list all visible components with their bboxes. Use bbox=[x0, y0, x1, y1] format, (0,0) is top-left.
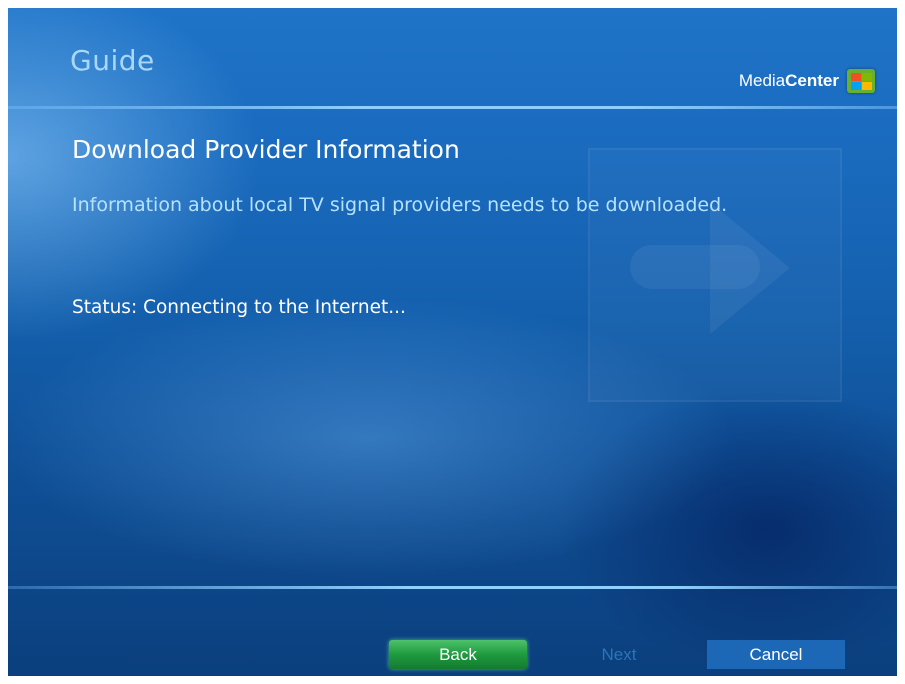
cancel-button[interactable]: Cancel bbox=[707, 640, 845, 669]
brand-text-center: Center bbox=[785, 71, 839, 90]
media-center-brand: MediaCenter bbox=[739, 66, 875, 96]
header-divider bbox=[8, 106, 897, 109]
arrow-watermark-icon bbox=[588, 148, 842, 402]
status-text: Status: Connecting to the Internet... bbox=[72, 297, 406, 318]
info-text: Information about local TV signal provid… bbox=[72, 194, 728, 216]
brand-text-media: Media bbox=[738, 71, 786, 90]
section-title: Guide bbox=[70, 44, 155, 77]
back-button[interactable]: Back bbox=[389, 640, 527, 669]
brand-text: MediaCenter bbox=[739, 71, 839, 91]
page-title: Download Provider Information bbox=[72, 135, 460, 164]
next-button[interactable]: Next bbox=[550, 640, 688, 669]
media-center-screen: Guide MediaCenter Download Provider Info… bbox=[8, 8, 897, 676]
windows-logo-icon bbox=[847, 69, 875, 93]
footer-divider bbox=[8, 586, 897, 589]
